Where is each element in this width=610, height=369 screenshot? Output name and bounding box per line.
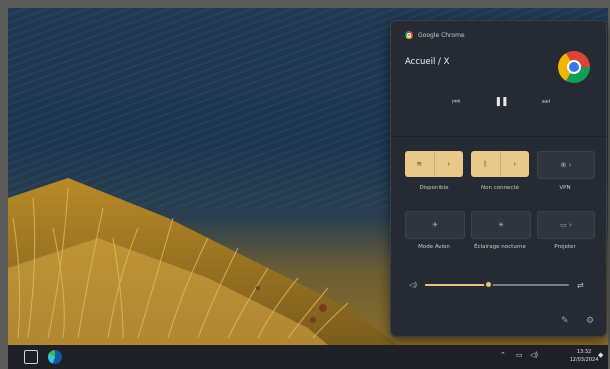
vpn-tile[interactable]: ⊕ › [537,151,595,179]
audio-output-icon[interactable]: ⇄ [577,281,584,290]
vpn-icon[interactable]: ⊕ › [538,161,594,169]
panel-footer: ✎ ⚙ [391,311,606,336]
media-header: Google Chrome [405,31,465,39]
night-light-tile[interactable]: ☀ [471,211,531,239]
wifi-tile[interactable]: ≋ › [405,151,463,177]
media-controls: ⏮ ❚❚ ⏭ [446,97,556,107]
taskbar-clock[interactable]: 13:32 12/03/2024 [568,348,600,364]
wifi-tile-label: Disponible [419,185,449,191]
bluetooth-icon[interactable]: ᛒ [471,160,500,168]
brightness-icon[interactable]: ☀ [472,221,530,229]
media-app-name: Google Chrome [418,31,465,39]
cast-tile-label: Projeter [554,244,576,250]
bluetooth-expand-chevron-icon[interactable]: › [501,160,530,168]
airplane-mode-tile[interactable]: ✈ [405,211,465,239]
taskbar: ⌃ ▭ ◁) 13:32 12/03/2024 ◆ [8,345,608,369]
volume-thumb[interactable] [484,280,494,289]
volume-track[interactable] [425,280,569,289]
night-light-tile-label: Éclairage nocturne [474,244,526,250]
clock-time: 13:32 [576,349,592,355]
network-icon[interactable]: ▭ [516,351,523,359]
airplane-mode-tile-label: Mode Avion [418,244,450,250]
edge-browser-icon[interactable] [48,350,62,364]
airplane-icon[interactable]: ✈ [406,221,464,229]
panel-divider [391,136,606,137]
vpn-tile-label: VPN [559,185,571,191]
bluetooth-tile-label: Non connecté [480,185,520,191]
volume-tray-icon[interactable]: ◁) [530,351,538,359]
next-track-button[interactable]: ⏭ [536,97,556,107]
quick-settings-panel: Google Chrome Accueil / X ⏮ ❚❚ ⏭ ≋ › Dis… [390,20,607,337]
volume-fill [425,284,489,286]
chrome-icon [405,31,413,39]
pause-button[interactable]: ❚❚ [491,97,511,107]
show-hidden-icons-chevron-icon[interactable]: ⌃ [500,351,506,359]
cast-tile[interactable]: ▭ › [537,211,595,239]
bluetooth-tile[interactable]: ᛒ › [471,151,529,177]
cast-icon[interactable]: ▭ › [538,221,594,229]
settings-gear-icon[interactable]: ⚙ [586,316,594,326]
speaker-icon[interactable]: ◁) [409,281,425,289]
task-view-icon[interactable] [24,350,38,364]
edit-pencil-icon[interactable]: ✎ [561,316,569,326]
wifi-icon[interactable]: ≋ [405,160,434,168]
notification-bell-icon[interactable]: ◆ [598,351,603,359]
clock-date: 12/03/2024 [569,357,599,363]
volume-slider-row: ◁) ⇄ [409,279,595,291]
wifi-expand-chevron-icon[interactable]: › [435,160,464,168]
previous-track-button[interactable]: ⏮ [446,97,466,107]
chrome-logo-icon [558,51,590,83]
media-title: Accueil / X [405,57,450,67]
